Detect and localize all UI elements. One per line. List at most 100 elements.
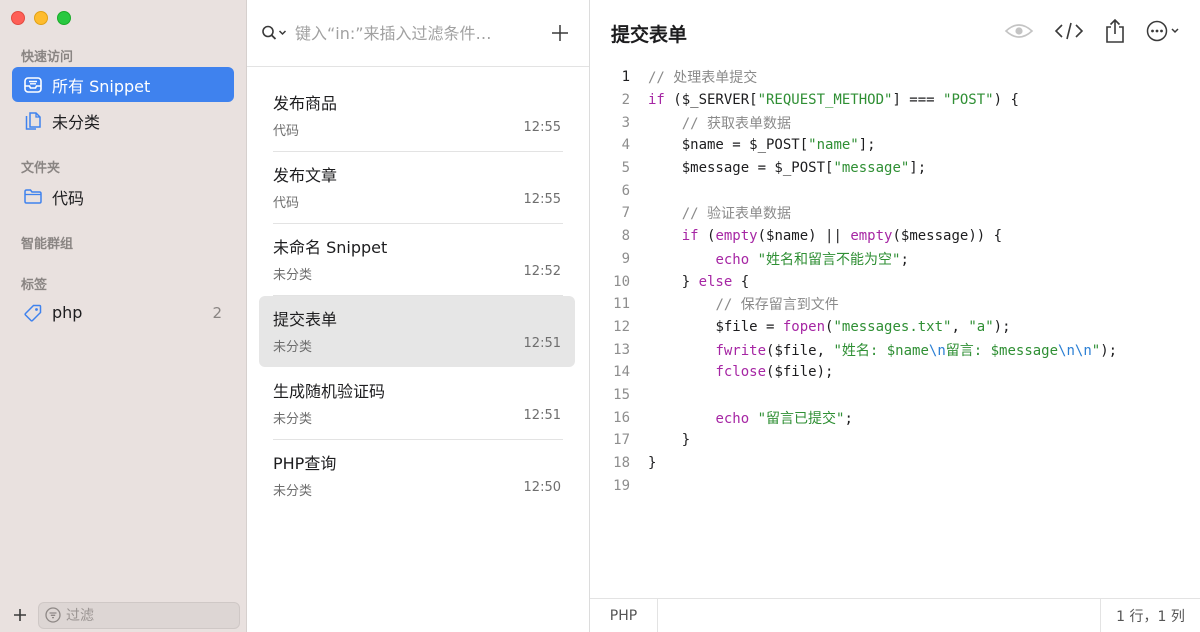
line-number: 10 (613, 273, 630, 290)
sidebar-item-label: 未分类 (52, 112, 101, 132)
editor-toolbar (1004, 17, 1182, 45)
search-input[interactable] (295, 23, 525, 43)
snippet-folder: 未分类 (273, 268, 313, 283)
sidebar-footer: 过滤 (0, 598, 247, 632)
snippet-list-item[interactable]: 发布商品 代码 12:55 (259, 80, 575, 152)
snippet-time: 12:52 (523, 264, 561, 279)
language-selector[interactable]: PHP (590, 598, 658, 632)
code-text: if ($_SERVER["REQUEST_METHOD"] === "POST… (648, 92, 1019, 109)
snippet-title: 发布商品 (273, 94, 338, 113)
more-icon (1146, 20, 1179, 42)
line-number: 1 (621, 69, 630, 86)
line-number: 8 (621, 228, 630, 245)
tag-count-badge: 2 (212, 303, 222, 322)
code-text: } else { (681, 273, 750, 290)
tag-icon (23, 303, 43, 323)
code-text: } (681, 432, 691, 449)
snippet-title: 发布文章 (273, 166, 338, 185)
code-text: echo "姓名和留言不能为空"; (715, 251, 909, 268)
line-number: 12 (613, 318, 630, 335)
line-number: 16 (613, 409, 630, 426)
snippet-list-panel: 发布商品 代码 12:55 发布文章 代码 12:55 未命名 Snippet … (247, 0, 590, 632)
snippet-title-heading[interactable]: 提交表单 (611, 20, 687, 47)
code-text: // 保存留言到文件 (715, 297, 839, 314)
window-controls (11, 11, 71, 25)
snippet-folder: 未分类 (273, 484, 313, 499)
cursor-position: 1 行，1 列 (1100, 599, 1200, 632)
search-icon (262, 25, 287, 40)
line-number: 14 (613, 364, 630, 381)
snippet-list-item[interactable]: PHP查询 未分类 12:50 (259, 440, 575, 511)
snippet-time: 12:50 (523, 480, 561, 495)
snippet-time: 12:51 (523, 408, 561, 423)
filter-icon (45, 607, 61, 623)
code-text: $name = $_POST["name"]; (681, 137, 876, 154)
code-view-button[interactable] (1054, 17, 1084, 45)
code-text: // 处理表单提交 (648, 70, 758, 87)
add-folder-button[interactable] (9, 604, 31, 626)
list-header (247, 0, 589, 67)
line-number: 17 (613, 432, 630, 449)
code-line: 6 (590, 179, 1200, 202)
minimize-window-button[interactable] (34, 11, 48, 25)
section-label-tags: 标签 (21, 278, 48, 293)
plus-icon (552, 25, 568, 41)
section-label-smart-groups: 智能群组 (21, 237, 74, 252)
line-number: 18 (613, 455, 630, 472)
code-text: echo "留言已提交"; (715, 410, 853, 427)
code-line: 7 // 验证表单数据 (590, 202, 1200, 225)
snippet-folder: 代码 (273, 196, 300, 211)
snippet-list-item[interactable]: 发布文章 代码 12:55 (259, 152, 575, 224)
sidebar-filter-input[interactable]: 过滤 (38, 601, 240, 629)
snippet-list-item-selected[interactable]: 提交表单 未分类 12:51 (259, 296, 575, 367)
sidebar: 快速访问 所有 Snippet 未分类 文件夹 代码 智能群组 标签 php 2… (0, 0, 247, 632)
sidebar-item-uncategorized[interactable]: 未分类 (12, 103, 234, 138)
snippet-folder: 代码 (273, 124, 300, 139)
code-line: 19 (590, 474, 1200, 497)
line-number: 13 (613, 341, 630, 358)
more-options-button[interactable] (1146, 17, 1182, 45)
sidebar-item-label: 代码 (52, 188, 85, 208)
code-editor[interactable]: 1 // 处理表单提交 2 if ($_SERVER["REQUEST_METH… (590, 66, 1200, 497)
preview-button[interactable] (1004, 17, 1034, 45)
snippet-list-item[interactable]: 生成随机验证码 未分类 12:51 (259, 368, 575, 440)
snippet-title: 生成随机验证码 (273, 382, 386, 401)
code-line: 12 $file = fopen("messages.txt", "a"); (590, 316, 1200, 339)
line-number: 9 (621, 250, 630, 267)
snippet-list-item[interactable]: 未命名 Snippet 未分类 12:52 (259, 224, 575, 296)
code-line: 18 } (590, 452, 1200, 475)
snippet-title: PHP查询 (273, 454, 337, 473)
code-line: 8 if (empty($name) || empty($message)) { (590, 225, 1200, 248)
sidebar-item-all-snippets[interactable]: 所有 Snippet (12, 67, 234, 102)
code-text: fwrite($file, "姓名: $name\n留言: $message\n… (715, 342, 1118, 359)
app-window: 快速访问 所有 Snippet 未分类 文件夹 代码 智能群组 标签 php 2… (0, 0, 1200, 632)
line-number: 6 (621, 182, 630, 199)
code-line: 17 } (590, 429, 1200, 452)
code-text: if (empty($name) || empty($message)) { (681, 228, 1003, 245)
close-window-button[interactable] (11, 11, 25, 25)
share-button[interactable] (1104, 17, 1126, 45)
snippet-folder: 未分类 (273, 340, 313, 355)
zoom-window-button[interactable] (57, 11, 71, 25)
eye-icon (1004, 24, 1034, 38)
section-label-quick-access: 快速访问 (21, 50, 74, 65)
line-number: 2 (621, 92, 630, 109)
line-number: 19 (613, 477, 630, 494)
snippet-time: 12:55 (523, 192, 561, 207)
search-scope-button[interactable] (261, 24, 289, 42)
tray-icon (23, 75, 43, 95)
code-line: 13 fwrite($file, "姓名: $name\n留言: $messag… (590, 338, 1200, 361)
sidebar-item-label: php (52, 303, 83, 322)
line-number: 3 (621, 114, 630, 131)
code-line: 10 } else { (590, 270, 1200, 293)
sidebar-item-folder-code[interactable]: 代码 (12, 179, 234, 214)
snippet-time: 12:51 (523, 336, 561, 351)
share-icon (1106, 18, 1124, 43)
code-line: 9 echo "姓名和留言不能为空"; (590, 248, 1200, 271)
new-snippet-button[interactable] (549, 22, 571, 44)
code-text: fclose($file); (715, 364, 834, 381)
section-label-folders: 文件夹 (21, 161, 61, 176)
sidebar-item-label: 所有 Snippet (52, 76, 151, 96)
line-number: 11 (613, 296, 630, 313)
sidebar-item-tag-php[interactable]: php 2 (12, 295, 234, 330)
